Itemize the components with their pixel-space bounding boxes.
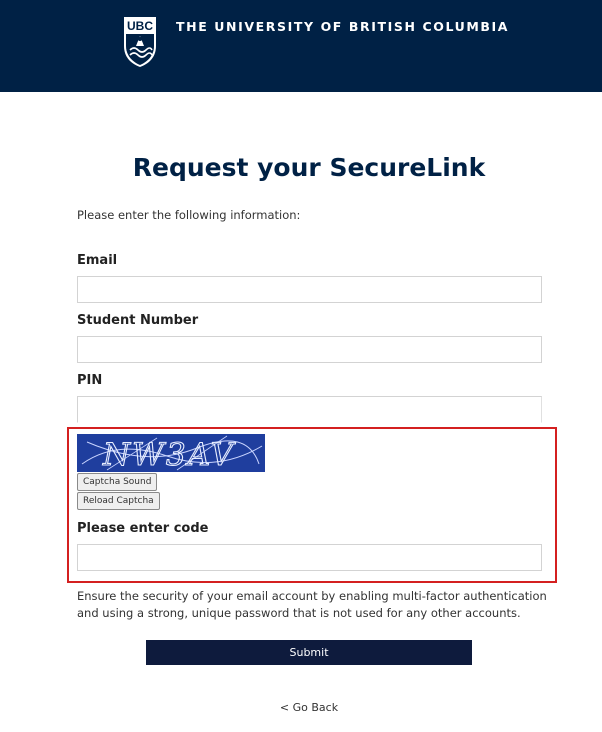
university-name: THE UNIVERSITY OF BRITISH COLUMBIA: [176, 19, 510, 34]
ubc-logo-text: UBC: [127, 19, 153, 33]
captcha-text: NW3AV: [102, 437, 237, 472]
pin-label: PIN: [77, 373, 103, 388]
intro-text: Please enter the following information:: [77, 208, 301, 222]
submit-button[interactable]: Submit: [146, 640, 472, 665]
reload-captcha-button[interactable]: Reload Captcha: [77, 492, 160, 510]
page-title: Request your SecureLink: [132, 153, 486, 182]
student-number-label: Student Number: [77, 313, 199, 328]
site-header: UBC THE UNIVERSITY OF BRITISH COLUMBIA: [0, 0, 602, 92]
email-label: Email: [77, 253, 118, 268]
captcha-image: NW3AV: [77, 434, 265, 472]
captcha-sound-button[interactable]: Captcha Sound: [77, 473, 158, 491]
ubc-shield-logo-icon[interactable]: UBC: [122, 16, 158, 68]
go-back-link[interactable]: < Go Back: [0, 701, 602, 714]
student-number-field[interactable]: [77, 336, 542, 363]
captcha-code-label: Please enter code: [77, 521, 209, 536]
security-notice: Ensure the security of your email accoun…: [77, 589, 547, 620]
email-field[interactable]: [77, 276, 542, 303]
pin-field[interactable]: [77, 396, 542, 423]
captcha-code-field[interactable]: [77, 544, 542, 571]
